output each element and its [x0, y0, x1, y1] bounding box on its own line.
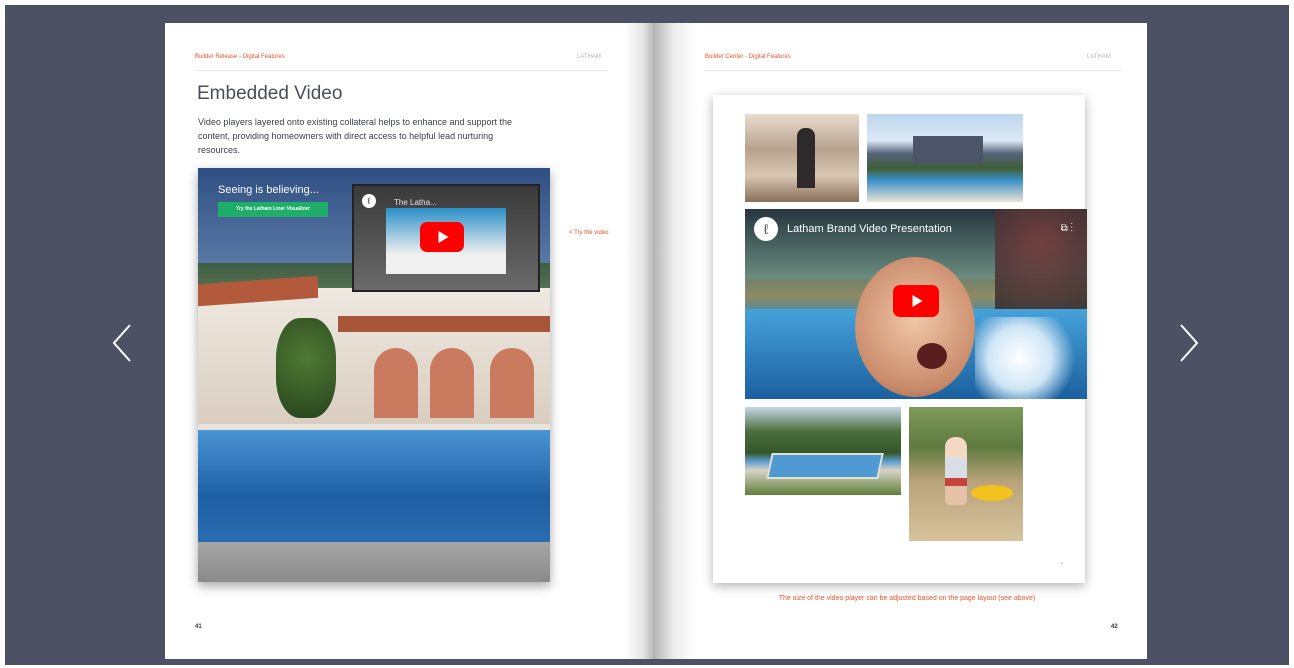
photo-float-ring: [971, 485, 1013, 501]
right-page-number: 42: [1111, 624, 1118, 630]
brochure-image: Seeing is believing... Try the Latham Li…: [198, 168, 550, 582]
page-title: Embedded Video: [197, 83, 343, 104]
brochure-arch: [490, 348, 534, 418]
photo-child-running: [909, 407, 1023, 541]
next-page-button[interactable]: [1175, 321, 1203, 365]
left-running-head: Builder Release - Digital Features: [195, 54, 285, 60]
video-menu-icon[interactable]: ⧉ ⋮: [1061, 223, 1073, 234]
photo-celebration: [745, 114, 859, 202]
right-page: Builder Center - Digital Features LATHAM…: [655, 23, 1147, 659]
video-child-face: [855, 257, 975, 397]
photo-figure: [797, 128, 815, 188]
right-header-divider: [705, 70, 1121, 71]
right-running-head: Builder Center - Digital Features: [705, 54, 791, 60]
right-running-brand: LATHAM: [1087, 54, 1111, 60]
left-running-brand: LATHAM: [577, 54, 601, 60]
embedded-video-player-small[interactable]: ℓ The Latha...: [352, 184, 540, 292]
chevron-left-icon: [112, 324, 131, 362]
mini-player-title: The Latha...: [394, 198, 437, 207]
player-size-note: The size of the video player can be adju…: [778, 595, 1036, 602]
left-page-number: 41: [195, 624, 202, 630]
play-icon[interactable]: [420, 222, 464, 252]
video-title[interactable]: Latham Brand Video Presentation: [787, 223, 952, 235]
photo-house-pool: [867, 114, 1023, 202]
play-icon[interactable]: [893, 285, 939, 317]
previous-page-button[interactable]: [108, 321, 136, 365]
brochure-arch: [430, 348, 474, 418]
photo-building: [913, 136, 983, 164]
visualizer-cta-button[interactable]: Try the Latham Liner Visualizer: [218, 202, 328, 217]
embedded-video-player[interactable]: ℓ Latham Brand Video Presentation ⧉ ⋮: [745, 209, 1087, 399]
try-video-note: < Try the video: [569, 230, 609, 236]
intro-paragraph: Video players layered onto existing coll…: [198, 117, 513, 155]
flipbook-viewer: Builder Release - Digital Features LATHA…: [5, 5, 1289, 665]
brochure-tagline: Seeing is believing...: [218, 184, 319, 196]
brochure-deck: [198, 542, 550, 582]
left-header-divider: [195, 70, 607, 71]
layout-example-card: ℓ Latham Brand Video Presentation ⧉ ⋮ •: [713, 95, 1087, 583]
photo-child: [945, 437, 967, 505]
latham-logo-icon: ℓ: [754, 217, 778, 241]
brochure-arch: [374, 348, 418, 418]
brochure-roof-lower: [338, 316, 550, 332]
latham-logo-icon: ℓ: [362, 194, 376, 208]
brochure-tree: [276, 318, 336, 418]
photo-pool-shape: [766, 453, 884, 479]
video-child-mouth: [917, 343, 947, 369]
card-page-marker: •: [1061, 561, 1063, 567]
chevron-right-icon: [1180, 324, 1199, 362]
brochure-pool: [198, 430, 550, 542]
left-page: Builder Release - Digital Features LATHA…: [165, 23, 655, 659]
photo-backyard-pool: [745, 407, 901, 495]
video-splash: [975, 317, 1087, 399]
video-trees: [995, 209, 1087, 319]
